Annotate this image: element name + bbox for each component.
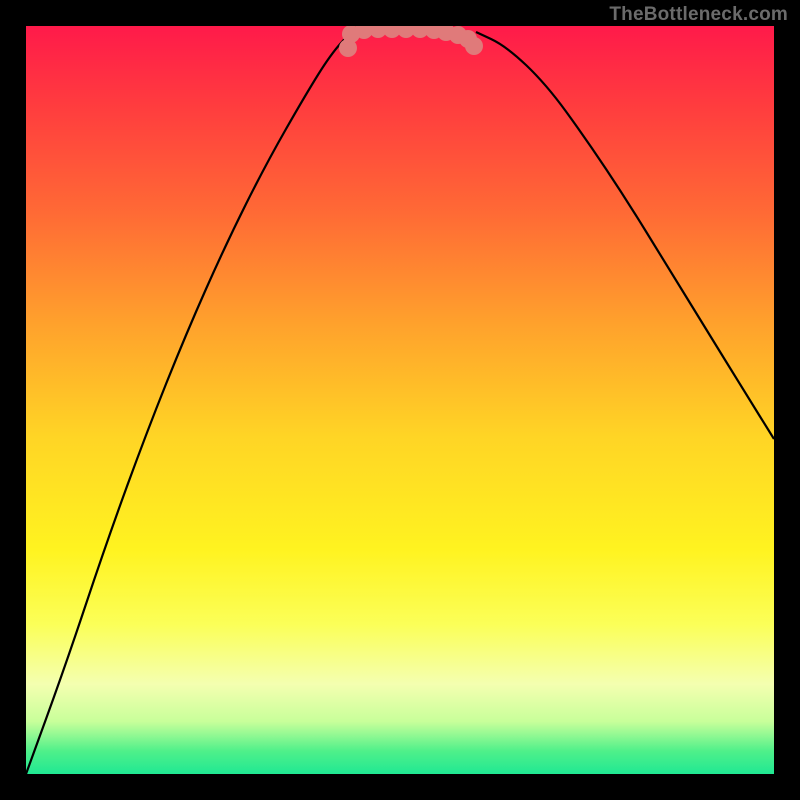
marker-dot	[465, 37, 483, 55]
chart-plot-area	[26, 26, 774, 774]
bottom-markers	[339, 26, 483, 57]
left-curve-line	[26, 32, 351, 774]
right-curve-line	[476, 32, 774, 439]
watermark-text: TheBottleneck.com	[609, 4, 788, 26]
chart-svg	[26, 26, 774, 774]
